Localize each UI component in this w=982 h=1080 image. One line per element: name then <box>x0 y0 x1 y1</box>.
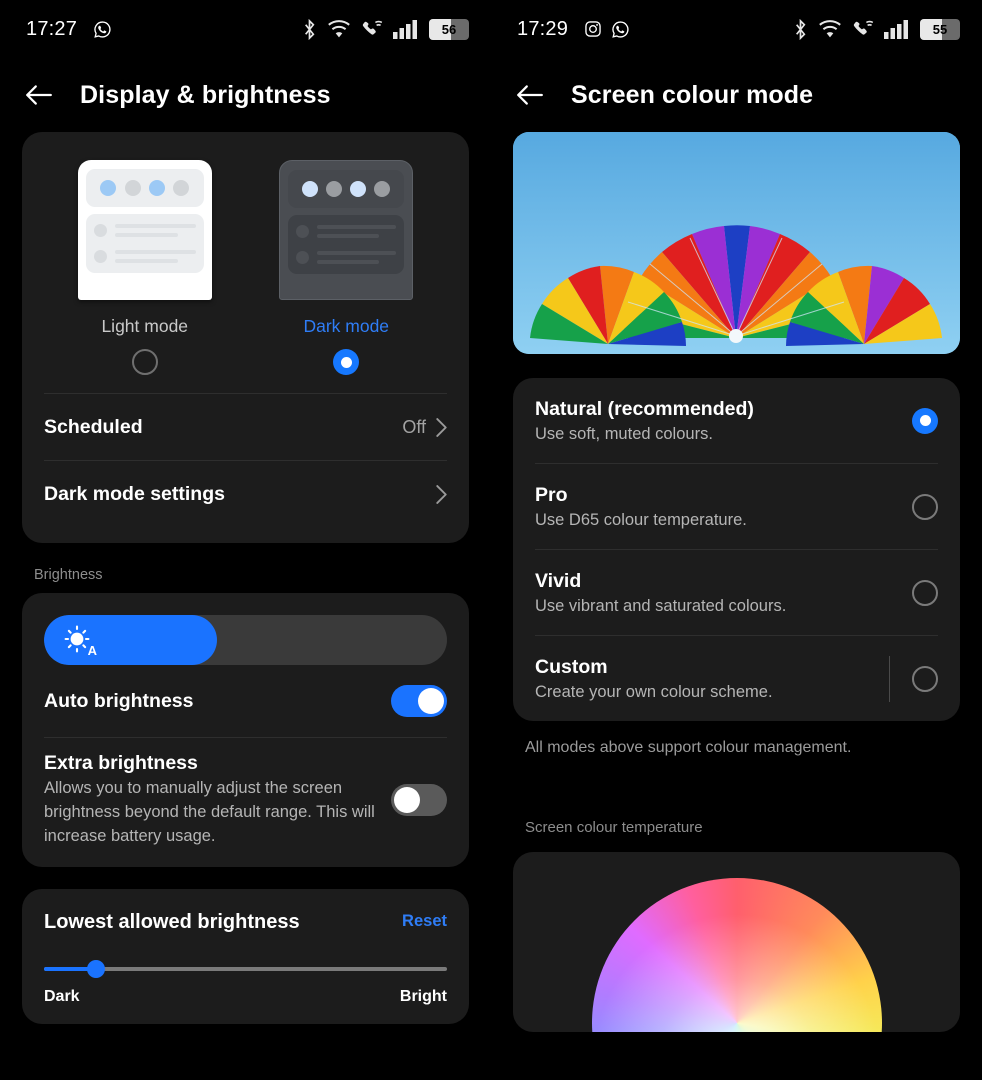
extra-brightness-toggle[interactable] <box>391 784 447 817</box>
dual-screenshot: 17:27 56 Display & brightness Light mode… <box>0 0 982 1080</box>
mode-description: Create your own colour scheme. <box>535 682 773 701</box>
status-time: 17:27 <box>26 17 78 40</box>
call-mute-icon <box>853 20 874 35</box>
scheduled-label: Scheduled <box>44 415 143 438</box>
battery-icon: 56 <box>429 18 469 40</box>
mode-radio-pro[interactable] <box>912 493 938 520</box>
panel-display-brightness: 17:27 56 Display & brightness Light mode… <box>0 0 491 1080</box>
colour-wheel[interactable] <box>591 878 882 1032</box>
back-arrow-icon[interactable] <box>24 80 54 110</box>
dark-mode-settings-label: Dark mode settings <box>44 482 225 505</box>
whatsapp-icon <box>94 20 111 38</box>
page-title: Display & brightness <box>80 80 331 109</box>
signal-icon <box>393 20 417 39</box>
theme-options-row: Light mode Dark mode <box>44 160 447 375</box>
call-mute-icon <box>362 20 383 35</box>
bluetooth-icon <box>796 18 806 40</box>
status-notification-icons <box>584 20 630 39</box>
lowest-brightness-title: Lowest allowed brightness <box>44 910 300 933</box>
mode-description: Use soft, muted colours. <box>535 424 713 443</box>
status-notification-icons <box>93 20 112 39</box>
brightness-slider[interactable]: A <box>44 615 447 665</box>
battery-icon: 55 <box>920 18 960 40</box>
mode-row-vivid[interactable]: Vivid Use vibrant and saturated colours. <box>535 550 938 635</box>
chevron-right-icon <box>436 417 447 437</box>
mode-radio-custom[interactable] <box>912 665 938 692</box>
lowest-brightness-slider[interactable] <box>44 956 447 982</box>
bluetooth-icon <box>305 18 315 40</box>
brightness-section-label: Brightness <box>34 567 103 583</box>
panel-screen-colour-mode: 17:29 55 Screen colour mode Natural (rec… <box>491 0 982 1080</box>
row-auto-brightness[interactable]: Auto brightness <box>44 665 447 737</box>
battery-percent: 56 <box>441 21 457 37</box>
status-time: 17:29 <box>517 17 569 40</box>
theme-chooser-card: Light mode Dark mode Scheduled Off Dark … <box>22 132 469 543</box>
extra-brightness-label: Extra brightness <box>44 752 198 774</box>
mode-title: Natural (recommended) <box>535 397 754 420</box>
whatsapp-icon <box>612 20 629 38</box>
mode-radio-vivid[interactable] <box>912 579 938 606</box>
mode-description: Use vibrant and saturated colours. <box>535 596 787 615</box>
mode-row-pro[interactable]: Pro Use D65 colour temperature. <box>535 464 938 549</box>
battery-percent: 55 <box>932 21 948 37</box>
scheduled-value: Off <box>402 416 426 437</box>
title-bar-right: Screen colour mode <box>491 58 982 132</box>
signal-icon <box>884 20 908 39</box>
row-extra-brightness[interactable]: Extra brightness Allows you to manually … <box>44 738 447 867</box>
mode-row-custom[interactable]: Custom Create your own colour scheme. <box>535 636 938 721</box>
lowest-allowed-brightness-card: Lowest allowed brightness Reset Dark Bri… <box>22 888 469 1024</box>
colour-preview-image <box>513 132 960 354</box>
row-scheduled[interactable]: Scheduled Off <box>44 394 447 460</box>
colour-mode-list-card: Natural (recommended) Use soft, muted co… <box>513 378 960 721</box>
light-mode-label: Light mode <box>101 316 189 336</box>
dark-mode-preview-image <box>279 160 414 300</box>
mode-title: Custom <box>535 655 608 678</box>
auto-brightness-toggle[interactable] <box>391 685 447 717</box>
mode-radio-natural[interactable] <box>912 407 938 434</box>
screen-colour-temperature-label: Screen colour temperature <box>525 819 703 836</box>
status-bar-left: 17:27 56 <box>0 0 491 58</box>
auto-brightness-label: Auto brightness <box>44 689 194 712</box>
auto-label: A <box>87 643 97 658</box>
chevron-right-icon <box>436 484 447 504</box>
row-dark-mode-settings[interactable]: Dark mode settings <box>44 461 447 527</box>
slider-max-label: Bright <box>399 987 447 1005</box>
screen-colour-temperature-card <box>513 852 960 1032</box>
status-bar-right: 17:29 55 <box>491 0 982 58</box>
light-mode-radio[interactable] <box>131 349 158 375</box>
vertical-separator <box>889 655 890 702</box>
theme-option-light[interactable]: Light mode <box>57 160 232 375</box>
extra-brightness-description: Allows you to manually adjust the screen… <box>44 779 375 845</box>
mode-title: Vivid <box>535 569 582 592</box>
light-mode-preview-image <box>77 160 212 300</box>
slider-min-label: Dark <box>44 987 80 1005</box>
dark-mode-radio[interactable] <box>333 349 360 375</box>
brightness-card: A Auto brightness Extra brightness Allow… <box>22 593 469 867</box>
title-bar-left: Display & brightness <box>0 58 491 132</box>
back-arrow-icon[interactable] <box>515 80 545 110</box>
status-system-icons: 56 <box>302 18 469 40</box>
mode-title: Pro <box>535 483 568 506</box>
colour-management-note: All modes above support colour managemen… <box>525 739 852 756</box>
page-title: Screen colour mode <box>571 80 814 109</box>
mode-description: Use D65 colour temperature. <box>535 510 747 529</box>
wifi-icon <box>819 19 841 37</box>
instagram-icon <box>585 21 601 37</box>
dark-mode-label: Dark mode <box>303 316 390 336</box>
status-system-icons: 55 <box>793 18 960 40</box>
theme-option-dark[interactable]: Dark mode <box>259 160 434 375</box>
reset-button[interactable]: Reset <box>402 909 447 931</box>
mode-row-natural[interactable]: Natural (recommended) Use soft, muted co… <box>535 378 938 463</box>
auto-brightness-sun-icon: A <box>62 624 97 658</box>
wifi-icon <box>328 19 350 37</box>
